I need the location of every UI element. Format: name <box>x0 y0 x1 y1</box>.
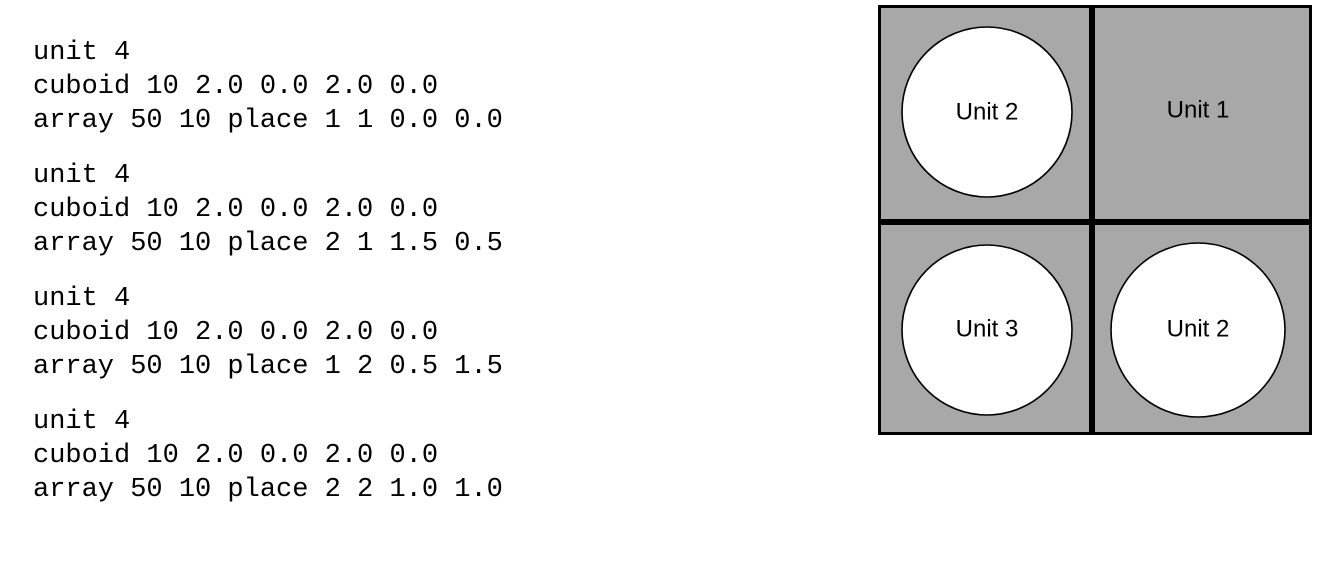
code-line: cuboid 10 2.0 0.0 2.0 0.0 <box>33 195 439 225</box>
code-line: array 50 10 place 2 2 1.0 1.0 <box>33 475 503 505</box>
unit-block: unit 4 cuboid 10 2.0 0.0 2.0 0.0 array 5… <box>33 405 733 507</box>
code-line: cuboid 10 2.0 0.0 2.0 0.0 <box>33 72 439 102</box>
code-line: array 50 10 place 2 1 1.5 0.5 <box>33 229 503 259</box>
code-line: cuboid 10 2.0 0.0 2.0 0.0 <box>33 441 439 471</box>
code-line: array 50 10 place 1 2 0.5 1.5 <box>33 352 503 382</box>
code-line: array 50 10 place 1 1 0.0 0.0 <box>33 106 503 136</box>
code-line: unit 4 <box>33 161 131 191</box>
unit-listing-panel: unit 4 cuboid 10 2.0 0.0 2.0 0.0 array 5… <box>33 36 733 507</box>
cell-label-bottom-left: Unit 3 <box>956 315 1019 342</box>
cell-label-top-left: Unit 2 <box>956 98 1019 125</box>
unit-block: unit 4 cuboid 10 2.0 0.0 2.0 0.0 array 5… <box>33 282 733 384</box>
unit-block: unit 4 cuboid 10 2.0 0.0 2.0 0.0 array 5… <box>33 36 733 138</box>
code-line: unit 4 <box>33 407 131 437</box>
unit-block: unit 4 cuboid 10 2.0 0.0 2.0 0.0 array 5… <box>33 159 733 261</box>
array-diagram: Unit 2 Unit 1 Unit 3 Unit 2 <box>878 5 1312 435</box>
cell-label-top-right: Unit 1 <box>1167 96 1230 123</box>
code-line: unit 4 <box>33 38 131 68</box>
code-line: cuboid 10 2.0 0.0 2.0 0.0 <box>33 318 439 348</box>
cell-label-bottom-right: Unit 2 <box>1167 315 1230 342</box>
code-line: unit 4 <box>33 284 131 314</box>
